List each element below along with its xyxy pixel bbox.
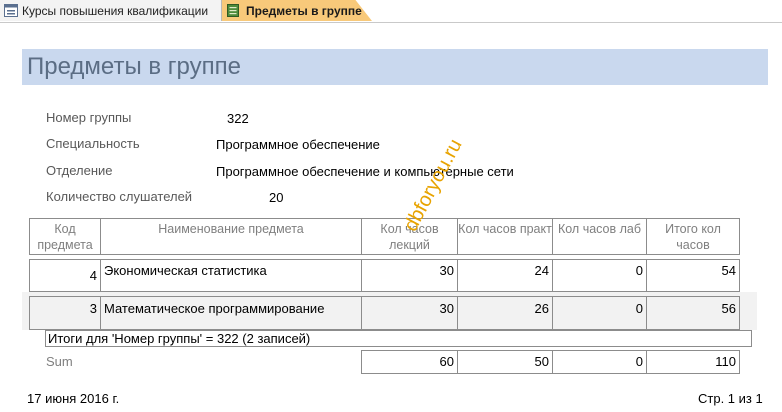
row2-practice: 26 <box>457 296 553 330</box>
row2-lecture: 30 <box>361 296 458 330</box>
sum-lab: 0 <box>552 350 647 374</box>
report-title-band: Предметы в группе <box>22 49 768 85</box>
sum-total: 110 <box>646 350 740 374</box>
header-practice-hours: Кол часов практ <box>457 218 553 255</box>
sum-practice: 50 <box>457 350 553 374</box>
department-label: Отделение <box>46 163 113 178</box>
header-subject-code: Код предмета <box>29 218 101 255</box>
row2-code: 3 <box>29 296 101 330</box>
document-tab-bar: Курсы повышения квалификации Предметы в … <box>0 0 782 23</box>
group-number-label: Номер группы <box>46 110 132 125</box>
header-lab-hours: Кол часов лаб <box>552 218 647 255</box>
sum-lecture: 60 <box>361 350 458 374</box>
header-subject-name: Наименование предмета <box>100 218 362 255</box>
header-total-hours: Итого кол часов <box>646 218 740 255</box>
specialty-value: Программное обеспечение <box>216 137 380 152</box>
row2-name: Математическое программирование <box>100 296 362 330</box>
form-icon <box>4 4 18 17</box>
tab-label: Предметы в группе <box>246 3 362 18</box>
students-count-value: 20 <box>269 190 284 205</box>
report-title: Предметы в группе <box>27 53 241 80</box>
group-summary-text: Итоги для 'Номер группы' = 322 (2 записе… <box>45 330 752 347</box>
row2-lab: 0 <box>552 296 647 330</box>
row1-name: Экономическая статистика <box>100 259 362 292</box>
row1-practice: 24 <box>457 259 553 292</box>
report-icon <box>227 4 239 17</box>
sum-label: Sum <box>46 354 73 369</box>
tab-label: Курсы повышения квалификации <box>22 3 209 18</box>
group-number-value: 322 <box>227 111 249 126</box>
page-number: Стр. 1 из 1 <box>698 391 763 406</box>
row1-total: 54 <box>646 259 740 292</box>
row1-lecture: 30 <box>361 259 458 292</box>
row2-total: 56 <box>646 296 740 330</box>
row1-code: 4 <box>29 259 101 292</box>
students-count-label: Количество слушателей <box>46 189 193 204</box>
specialty-label: Специальность <box>46 136 140 151</box>
report-date: 17 июня 2016 г. <box>27 391 120 406</box>
tab-subjects-report[interactable]: Предметы в группе <box>222 0 372 21</box>
department-value: Программное обеспечение и компьютерные с… <box>216 164 514 179</box>
row1-lab: 0 <box>552 259 647 292</box>
tab-courses-form[interactable]: Курсы повышения квалификации <box>0 0 222 21</box>
